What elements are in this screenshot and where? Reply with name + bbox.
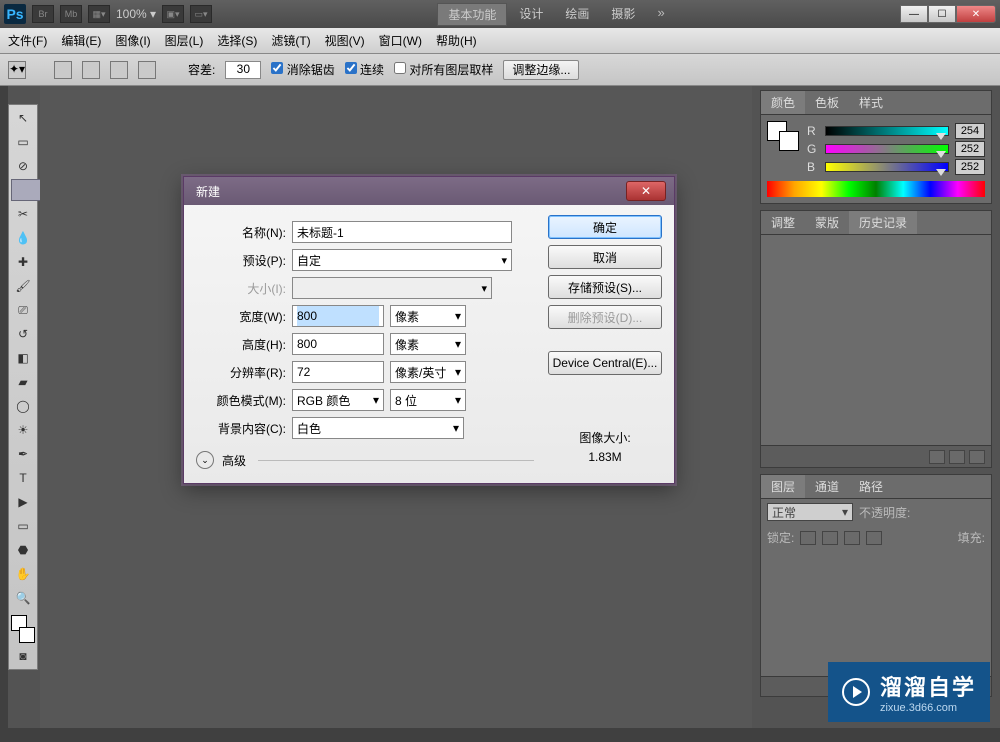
play-icon [842,678,870,706]
size-select [292,277,492,299]
file-size-label: 图像大小: [548,429,662,448]
resolution-input[interactable] [292,361,384,383]
ok-button[interactable]: 确定 [548,215,662,239]
watermark-url: zixue.3d66.com [880,702,957,714]
dialog-close-button[interactable]: ✕ [626,181,666,201]
name-label: 名称(N): [196,224,286,241]
mode-select[interactable]: RGB 颜色▾ [292,389,384,411]
depth-select[interactable]: 8 位▾ [390,389,466,411]
file-size-value: 1.83M [548,448,662,467]
mode-label: 颜色模式(M): [196,392,286,409]
width-input[interactable] [292,305,384,327]
resolution-unit-select[interactable]: 像素/英寸▾ [390,361,466,383]
device-central-button[interactable]: Device Central(E)... [548,351,662,375]
dialog-title: 新建 [196,183,220,200]
width-unit-select[interactable]: 像素▾ [390,305,466,327]
advanced-toggle[interactable]: ⌄ [196,451,214,469]
width-label: 宽度(W): [196,308,286,325]
bg-label: 背景内容(C): [196,420,286,437]
height-input[interactable] [292,333,384,355]
resolution-label: 分辨率(R): [196,364,286,381]
delete-preset-button: 删除预设(D)... [548,305,662,329]
advanced-label: 高级 [222,452,246,469]
name-input[interactable] [292,221,512,243]
size-label: 大小(I): [196,280,286,297]
preset-label: 预设(P): [196,252,286,269]
new-document-dialog: 新建 ✕ 名称(N): 预设(P): 自定 大小(I): 宽度(W): [183,176,675,484]
preset-select[interactable]: 自定 [292,249,512,271]
height-label: 高度(H): [196,336,286,353]
watermark: 溜溜自学 zixue.3d66.com [828,662,990,722]
height-unit-select[interactable]: 像素▾ [390,333,466,355]
bg-select[interactable]: 白色▾ [292,417,464,439]
save-preset-button[interactable]: 存储预设(S)... [548,275,662,299]
watermark-title: 溜溜自学 [880,670,976,702]
cancel-button[interactable]: 取消 [548,245,662,269]
